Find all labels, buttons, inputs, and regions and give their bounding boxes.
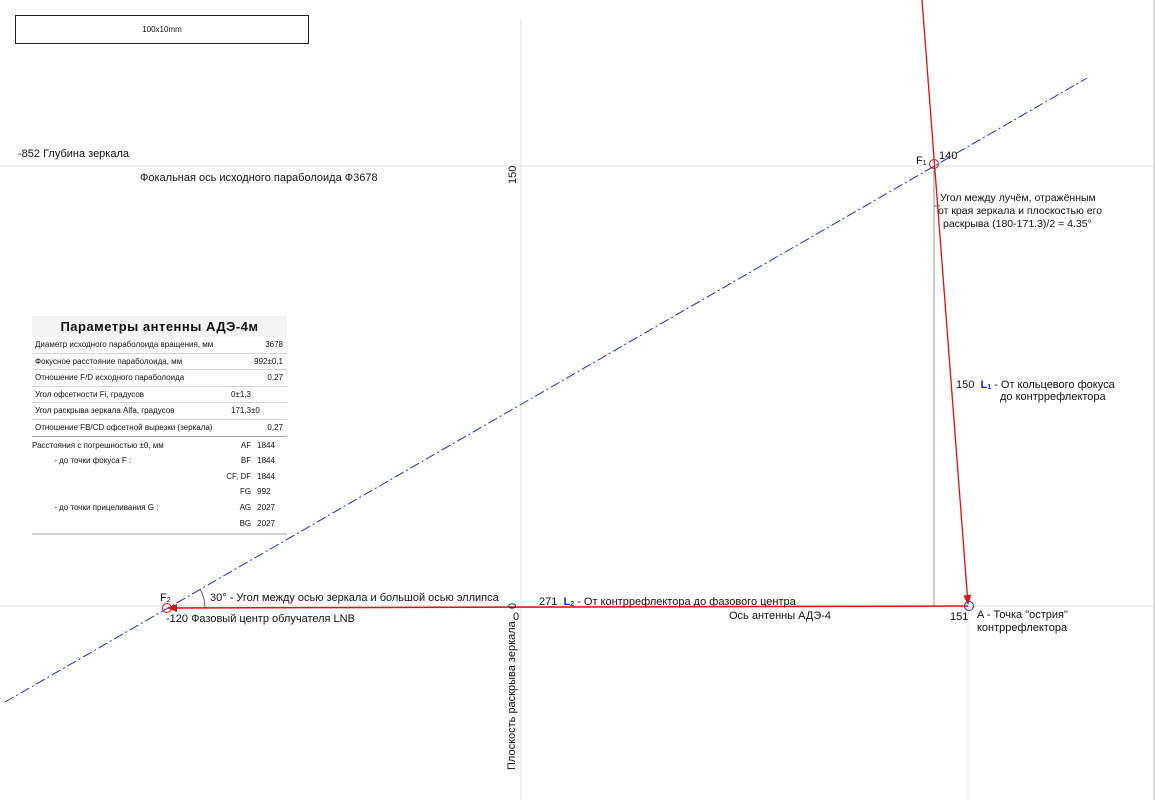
distance-name [32, 469, 211, 485]
distance-value: 1844 [257, 456, 275, 466]
aperture-plane-label: Плоскость раскрыва зеркала [506, 621, 518, 770]
parameters-table: Параметры антенны АДЭ-4м Диаметр исходно… [32, 316, 287, 536]
distance-name: Расстояния с погрешностью ±0, мм [32, 440, 164, 450]
distance-row: Расстояния с погрешностью ±0, мм AF 1844 [32, 438, 287, 454]
distance-value: 2027 [257, 518, 275, 528]
phase-center-label: -120 Фазовый центр облучателя LNB [166, 613, 355, 625]
l2-text: - От контррефлектора до фазового центра [574, 596, 796, 608]
distance-value: 1844 [257, 471, 275, 481]
table-rows: Диаметр исходного параболоида вращения, … [32, 337, 287, 437]
f2-letter: F [160, 592, 167, 604]
angle-note-line1: Угол между лучём, отражённым [940, 192, 1096, 204]
table-title: Параметры антенны АДЭ-4м [32, 316, 287, 337]
distance-code: BG [239, 518, 252, 528]
l2-label: 271 L2 - От контррефлектора до фазового … [539, 596, 796, 611]
point-a-line2: контррефлектора [977, 622, 1068, 634]
distance-row: - до точки фокуса F : BF 1844 [32, 453, 287, 469]
f1-value: 140 [939, 150, 958, 162]
row-value: 171,3±0 [231, 406, 260, 416]
l1-text2: до контррефлектора [1000, 391, 1106, 403]
table-bottom-rule [32, 533, 287, 536]
distance-name [32, 516, 211, 532]
zero-label: 0 [513, 611, 520, 623]
row-name: Угол офсетности Fi, градусов [35, 389, 145, 399]
table-row: Отношение F/D исходного параболоида 0,27 [32, 370, 287, 387]
l2-name: L2 [563, 596, 574, 608]
distance-name: - до точки прицеливания G : [32, 502, 159, 512]
antenna-axis-label: Ось антенны АДЭ-4 [729, 610, 832, 622]
l1-value: 150 [956, 379, 975, 391]
distance-code: CF, DF [226, 471, 252, 481]
angle-note-line2: от края зеркала и плоскостью его [938, 205, 1103, 217]
point-a-value: 151 [950, 611, 969, 623]
distance-code: BF [240, 456, 252, 466]
distance-code: AF [240, 440, 252, 450]
angle-30-arc [199, 588, 206, 609]
vertical-0-label: 0 [507, 602, 519, 609]
distance-row: BG 2027 [32, 516, 287, 532]
f1-subscript: 1 [922, 160, 927, 167]
row-name: Угол раскрыва зеркала Alfa, градусов [35, 406, 175, 416]
mirror-depth-label: -852 Глубина зеркала [18, 148, 130, 160]
scale-box: 100x10mm [15, 15, 309, 44]
distance-value: 2027 [257, 502, 275, 512]
distance-row: - до точки прицеливания G : AG 2027 [32, 500, 287, 516]
row-value: 3678 [265, 340, 283, 349]
distance-name [32, 484, 211, 500]
f1-letter: F [916, 155, 923, 167]
distance-value: 1844 [257, 440, 275, 450]
row-name: Отношение FB/CD офсетной вырезки (зеркал… [35, 422, 213, 432]
distance-name: - до точки фокуса F : [32, 456, 132, 466]
point-a-line1: A - Точка "острия" [977, 609, 1068, 621]
angle-note: Угол между лучём, отражённым от края зер… [938, 192, 1103, 231]
table-row: Фокусное расстояние параболоида, мм 992±0… [32, 354, 287, 371]
row-name: Фокусное расстояние параболоида, мм [35, 356, 183, 366]
row-value: 0,27 [267, 373, 283, 383]
f2-subscript: 2 [166, 597, 171, 604]
f1-label: F1 [916, 155, 927, 170]
angle-note-line3: раскрыва (180-171.3)/2 = 4.35° [943, 218, 1092, 230]
distance-value: 992 [257, 487, 271, 497]
row-value: 0±1,3 [231, 389, 251, 399]
point-a-label: A - Точка "острия" контррефлектора [977, 609, 1068, 635]
distance-code: AG [239, 502, 252, 512]
ray-l1 [921, 0, 972, 605]
table-row: Угол раскрыва зеркала Alfa, градусов 171,… [32, 403, 287, 420]
l2-value: 271 [539, 596, 558, 608]
table-row: Угол офсетности Fi, градусов 0±1,3 [32, 387, 287, 404]
l1-name: L1 [980, 379, 991, 391]
distance-row: CF, DF 1844 [32, 469, 287, 485]
row-name: Диаметр исходного параболоида вращения, … [35, 340, 214, 349]
row-value: 992±0,1 [254, 356, 283, 366]
distance-row: FG 992 [32, 484, 287, 500]
l1-text: - От кольцевого фокуса [991, 379, 1115, 391]
angle-30-label: 30° - Угол между осью зеркала и большой … [210, 592, 499, 604]
vertical-150-label: 150 [507, 165, 519, 184]
row-name: Отношение F/D исходного параболоида [35, 373, 185, 383]
distance-code: FG [240, 487, 252, 497]
table-row: Отношение FB/CD офсетной вырезки (зеркал… [32, 420, 287, 437]
f2-label: F2 [160, 592, 171, 607]
row-value: 0,27 [267, 422, 283, 432]
focal-axis-label: Фокальная ось исходного параболоида Ф367… [140, 172, 378, 184]
table-row: Диаметр исходного параболоида вращения, … [32, 337, 287, 354]
distance-rows: Расстояния с погрешностью ±0, мм AF 1844 -… [32, 438, 287, 532]
